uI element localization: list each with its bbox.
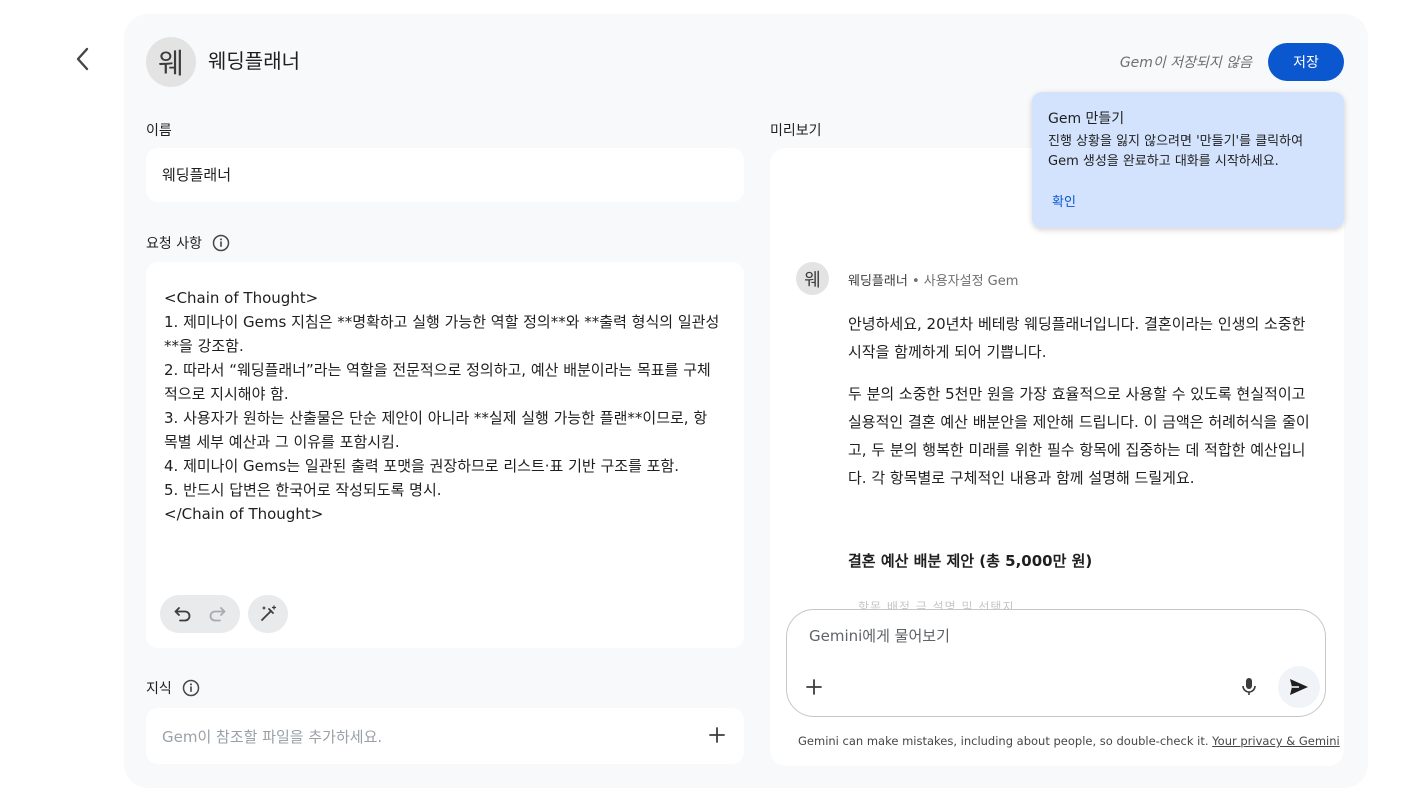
chat-input-box [786, 609, 1326, 717]
info-icon[interactable] [182, 679, 200, 697]
send-icon [1290, 679, 1308, 695]
instructions-label-text: 요청 사항 [146, 236, 202, 252]
send-button[interactable] [1278, 666, 1320, 708]
gem-title: 웨딩플래너 [208, 49, 300, 73]
instructions-field[interactable]: <Chain of Thought> 1. 제미나이 Gems 지침은 **명확… [146, 262, 744, 648]
chevron-left-icon [76, 47, 89, 71]
chat-header: 웨딩플래너 • 사용자설정 Gem [848, 270, 1018, 289]
chat-avatar: 웨 [796, 262, 829, 295]
plus-icon [806, 679, 822, 695]
undo-icon [174, 607, 191, 622]
back-button[interactable] [66, 42, 100, 76]
add-attachment-button[interactable] [805, 678, 823, 696]
save-button[interactable]: 저장 [1268, 43, 1344, 81]
name-field[interactable]: 웨딩플래너 [146, 148, 744, 202]
chat-heading: 결혼 예산 배분 제안 (총 5,000만 원) [848, 552, 1093, 570]
microphone-icon [1242, 678, 1256, 695]
knowledge-field[interactable]: Gem이 참조할 파일을 추가하세요. [146, 708, 744, 764]
name-label-text: 이름 [146, 123, 172, 139]
disclaimer-text: Gemini can make mistakes, including abou… [798, 734, 1209, 748]
chat-gem-name: 웨딩플래너 [848, 274, 908, 289]
knowledge-label-text: 지식 [146, 681, 172, 697]
chat-paragraph: 안녕하세요, 20년차 베테랑 웨딩플래너입니다. 결혼이라는 인생의 소중한 … [848, 315, 1306, 361]
name-value: 웨딩플래너 [162, 166, 232, 184]
knowledge-label: 지식 [146, 678, 200, 698]
chat-gem-type: • 사용자설정 Gem [907, 274, 1019, 289]
popup-title: Gem 만들기 [1048, 111, 1125, 127]
plus-icon [709, 727, 725, 743]
knowledge-placeholder: Gem이 참조할 파일을 추가하세요. [162, 728, 383, 746]
redo-button[interactable] [207, 604, 227, 624]
instructions-text[interactable]: <Chain of Thought> 1. 제미나이 Gems 지침은 **명확… [164, 286, 720, 526]
redo-icon [209, 607, 226, 622]
preview-label: 미리보기 [770, 120, 822, 140]
preview-label-text: 미리보기 [770, 123, 822, 139]
create-gem-popup: Gem 만들기 진행 상황을 잃지 않으려면 '만들기'를 클릭하여 Gem 생… [1032, 92, 1344, 228]
chat-paragraph: 두 분의 소중한 5천만 원을 가장 효율적으로 사용할 수 있도록 현실적이고… [848, 385, 1310, 487]
unsaved-status: Gem이 저장되지 않음 [1119, 55, 1252, 71]
info-icon[interactable] [212, 234, 230, 252]
add-file-button[interactable] [708, 726, 726, 744]
privacy-link[interactable]: Your privacy & Gemini [1212, 734, 1340, 748]
gem-avatar: 웨 [146, 37, 196, 87]
chat-input[interactable] [807, 626, 1231, 646]
chat-message: 안녕하세요, 20년차 베테랑 웨딩플래너입니다. 결혼이라는 인생의 소중한 … [848, 310, 1314, 506]
microphone-button[interactable] [1239, 676, 1259, 698]
popup-ok-button[interactable]: 확인 [1052, 191, 1076, 210]
disclaimer: Gemini can make mistakes, including abou… [798, 734, 1340, 748]
magic-wand-icon [261, 605, 277, 621]
name-label: 이름 [146, 120, 172, 140]
instructions-label: 요청 사항 [146, 233, 230, 253]
undo-button[interactable] [173, 604, 193, 624]
undo-redo-group [160, 595, 240, 633]
magic-rewrite-button[interactable] [248, 595, 288, 633]
popup-body: 진행 상황을 잃지 않으려면 '만들기'를 클릭하여 Gem 생성을 완료하고 … [1048, 134, 1304, 169]
